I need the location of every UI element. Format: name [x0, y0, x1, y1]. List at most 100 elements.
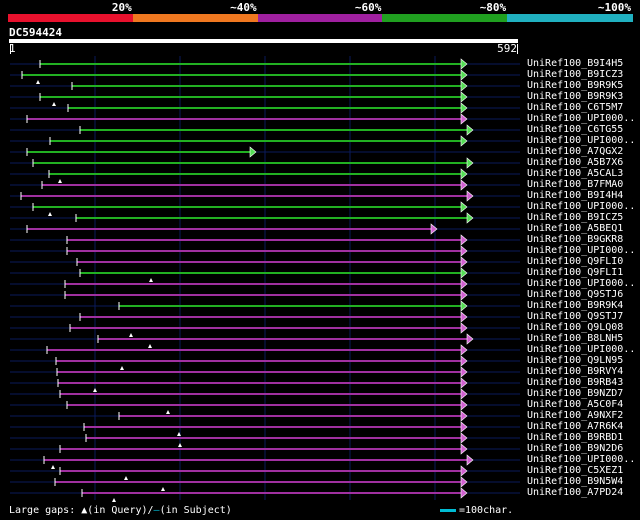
hit-arrow-icon — [460, 102, 468, 114]
hit-arrow-icon — [460, 410, 468, 422]
hit-label[interactable]: UniRef100_A5BEQ1 — [527, 223, 623, 234]
hit-arrow-icon — [460, 245, 468, 257]
hit-arrow-icon — [460, 135, 468, 147]
hit-arrow-icon — [460, 355, 468, 367]
hit-arrow-icon — [466, 333, 474, 345]
hit-arrow-icon — [466, 157, 474, 169]
hit-label[interactable]: UniRef100_B9N5W4 — [527, 476, 623, 487]
hit-label[interactable]: UniRef100_C6T5M7 — [527, 102, 623, 113]
hit-arrow-icon — [460, 80, 468, 92]
hit-label[interactable]: UniRef100_A5B7X6 — [527, 157, 623, 168]
hit-arrow-icon — [466, 190, 474, 202]
hit-label[interactable]: UniRef100_Q9STJ6 — [527, 289, 623, 300]
query-gap-marker-icon — [51, 465, 55, 469]
query-gap-marker-icon — [129, 333, 133, 337]
hit-label[interactable]: UniRef100_B9I4H5 — [527, 58, 623, 69]
hit-label[interactable]: UniRef100_A7QGX2 — [527, 146, 623, 157]
scale-bar-icon — [440, 508, 456, 512]
hit-label[interactable]: UniRef100_B9R9K3 — [527, 91, 623, 102]
hit-label[interactable]: UniRef100_UPI000.. — [527, 135, 635, 146]
query-gap-marker-icon — [93, 388, 97, 392]
large-gaps-legend: Large gaps: ▲(in Query)/–(in Subject) — [9, 505, 232, 516]
hit-label[interactable]: UniRef100_UPI000.. — [527, 278, 635, 289]
hit-arrow-icon — [460, 201, 468, 213]
hit-arrow-icon — [460, 399, 468, 411]
hit-label[interactable]: UniRef100_UPI000.. — [527, 245, 635, 256]
hit-label[interactable]: UniRef100_C5XEZ1 — [527, 465, 623, 476]
hit-label[interactable]: UniRef100_B7FMA0 — [527, 179, 623, 190]
hit-label[interactable]: UniRef100_Q9FLI0 — [527, 256, 623, 267]
hit-arrow-icon — [460, 289, 468, 301]
hit-arrow-icon — [460, 278, 468, 290]
in-query-text: (in Query)/ — [87, 505, 154, 516]
hit-arrow-icon — [460, 311, 468, 323]
hit-label[interactable]: UniRef100_UPI000.. — [527, 113, 635, 124]
hit-arrow-icon — [430, 223, 438, 235]
hit-label[interactable]: UniRef100_B9R9K4 — [527, 300, 623, 311]
query-gap-marker-icon — [166, 410, 170, 414]
hit-label[interactable]: UniRef100_B8LNH5 — [527, 333, 623, 344]
hit-arrow-icon — [460, 113, 468, 125]
query-gap-marker-icon — [48, 212, 52, 216]
hit-label[interactable]: UniRef100_A7R6K4 — [527, 421, 623, 432]
hit-arrow-icon — [460, 91, 468, 103]
hit-arrow-icon — [249, 146, 257, 158]
hit-arrow-icon — [460, 267, 468, 279]
hit-label[interactable]: UniRef100_UPI000.. — [527, 344, 635, 355]
hit-label[interactable]: UniRef100_Q9STJ7 — [527, 311, 623, 322]
query-gap-marker-icon — [52, 102, 56, 106]
hit-arrow-icon — [460, 234, 468, 246]
hit-label[interactable]: UniRef100_A7PD24 — [527, 487, 623, 498]
hit-label[interactable]: UniRef100_B9R9K5 — [527, 80, 623, 91]
query-gap-marker-icon — [149, 278, 153, 282]
query-gap-marker-icon — [120, 366, 124, 370]
hit-arrow-icon — [460, 322, 468, 334]
hit-label[interactable]: UniRef100_C6TG55 — [527, 124, 623, 135]
hit-label[interactable]: UniRef100_Q9LN95 — [527, 355, 623, 366]
query-gap-marker-icon — [112, 498, 116, 502]
hit-label[interactable]: UniRef100_B9RBD1 — [527, 432, 623, 443]
scale-legend: =100char. — [440, 505, 513, 516]
hit-label[interactable]: UniRef100_B9NZD7 — [527, 388, 623, 399]
hit-label[interactable]: UniRef100_B9I4H4 — [527, 190, 623, 201]
hit-arrow-icon — [460, 421, 468, 433]
query-gap-marker-icon — [148, 344, 152, 348]
hit-label[interactable]: UniRef100_A9NXF2 — [527, 410, 623, 421]
large-gaps-text: Large gaps: — [9, 505, 76, 516]
hit-label[interactable]: UniRef100_Q9LQ08 — [527, 322, 623, 333]
hit-arrow-icon — [460, 476, 468, 488]
hit-label[interactable]: UniRef100_UPI000.. — [527, 201, 635, 212]
hit-arrow-icon — [460, 69, 468, 81]
hit-arrow-icon — [460, 344, 468, 356]
hit-arrow-icon — [460, 168, 468, 180]
hit-arrow-icon — [460, 443, 468, 455]
hit-label[interactable]: UniRef100_A5CAL3 — [527, 168, 623, 179]
hit-arrow-icon — [460, 465, 468, 477]
query-gap-marker-icon — [178, 443, 182, 447]
hit-label[interactable]: UniRef100_B9GKR8 — [527, 234, 623, 245]
hit-arrow-icon — [460, 388, 468, 400]
hit-label[interactable]: UniRef100_B9ICZ5 — [527, 212, 623, 223]
hit-arrow-icon — [466, 212, 474, 224]
query-gap-marker-icon — [58, 179, 62, 183]
hit-arrow-icon — [460, 377, 468, 389]
query-gap-marker-icon — [36, 80, 40, 84]
scale-text: =100char. — [459, 505, 514, 516]
hit-label[interactable]: UniRef100_B9ICZ3 — [527, 69, 623, 80]
hit-arrow-icon — [460, 300, 468, 312]
hit-arrow-icon — [460, 487, 468, 499]
hit-arrow-icon — [460, 179, 468, 191]
hit-label[interactable]: UniRef100_A5C0F4 — [527, 399, 623, 410]
hit-arrow-icon — [466, 124, 474, 136]
hit-label[interactable]: UniRef100_Q9FLI1 — [527, 267, 623, 278]
hit-label[interactable]: UniRef100_B9N2D6 — [527, 443, 623, 454]
hit-arrow-icon — [460, 366, 468, 378]
in-subject-text: (in Subject) — [159, 505, 232, 516]
hit-label[interactable]: UniRef100_B9RVY4 — [527, 366, 623, 377]
hit-label[interactable]: UniRef100_B9RB43 — [527, 377, 623, 388]
query-gap-marker-icon — [124, 476, 128, 480]
hit-arrow-icon — [466, 454, 474, 466]
hit-arrow-icon — [460, 432, 468, 444]
hit-label[interactable]: UniRef100_UPI000.. — [527, 454, 635, 465]
hit-arrow-icon — [460, 256, 468, 268]
